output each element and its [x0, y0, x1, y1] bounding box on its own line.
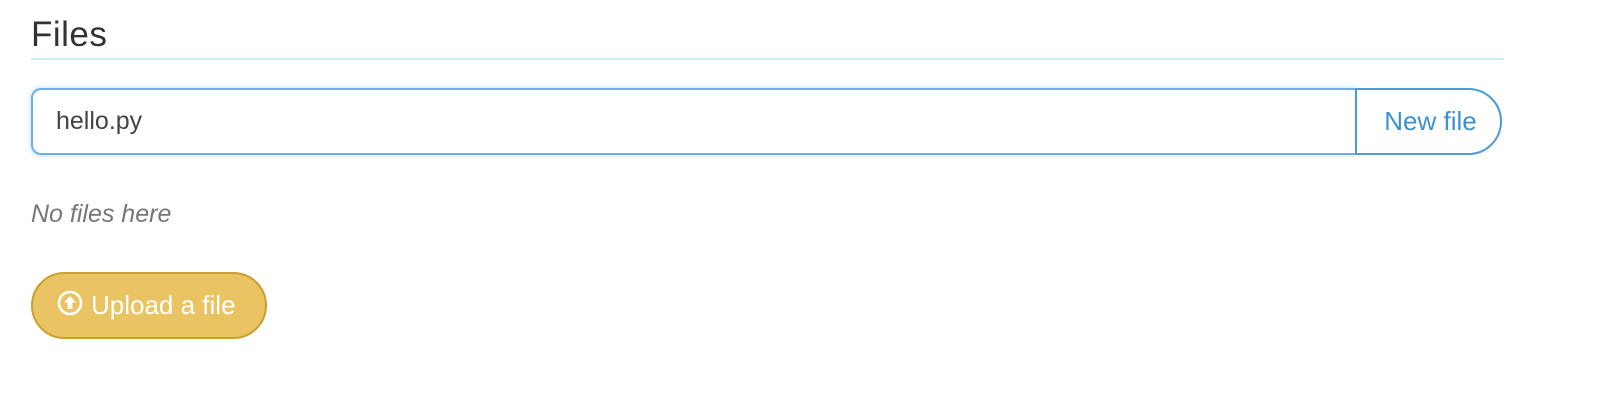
upload-circle-icon — [57, 290, 83, 316]
filename-input[interactable] — [31, 88, 1355, 155]
new-file-form: New file — [31, 88, 1502, 155]
empty-files-message: No files here — [31, 200, 172, 228]
title-divider — [31, 58, 1504, 60]
new-file-button[interactable]: New file — [1355, 88, 1502, 155]
upload-button-label: Upload a file — [91, 290, 236, 320]
files-panel: Files New file No files here Upload a fi… — [0, 0, 1598, 414]
upload-file-button[interactable]: Upload a file — [31, 272, 267, 339]
section-title: Files — [31, 15, 108, 54]
